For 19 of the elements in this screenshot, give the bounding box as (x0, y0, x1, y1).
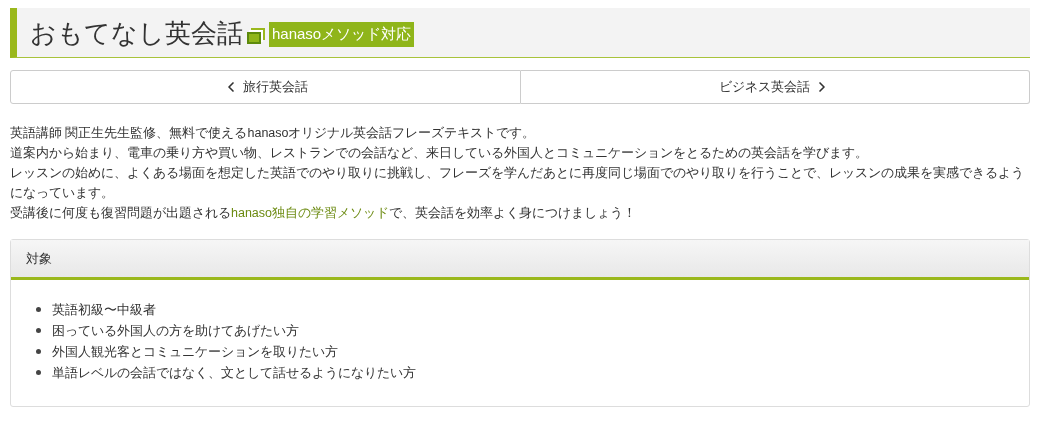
document-stack-icon (247, 27, 265, 44)
intro-text: 道案内から始まり、電車の乗り方や買い物、レストランでの会話など、来日している外国人とコミュニケーションをとるための英会話を学びます。 (10, 145, 869, 162)
bullet-icon (36, 349, 41, 354)
intro-text: 英語講師 関正生先生監修、無料で使えるhanasoオリジナル英会話フレーズテキストです。 (10, 125, 537, 142)
target-item: 困っている外国人の方を助けてあげたい方 (52, 322, 299, 340)
intro-text: レッスンの始めに、よくある場面を想定した英語でのやり取りに挑戦し、フレーズを学んだあとに再度同じ場面でのやり取りを行うことで、レッスンの成果を実感できるようになっています。 (10, 165, 1025, 202)
method-link[interactable]: hanaso独自の学習メソッド (231, 206, 389, 220)
bullet-icon (36, 370, 41, 375)
target-item: 外国人観光客とコミュニケーションを取りたい方 (52, 343, 338, 361)
intro-text: 受講後に何度も復習問題が出題されるhanaso独自の学習メソッド で、英会話を効率よく身につけましょう！ (10, 205, 637, 222)
target-item: 英語初級〜中級者 (52, 301, 156, 319)
method-badge: hanasoメソッド対応 (269, 22, 415, 47)
target-item: 単語レベルの会話ではなく、文として話せるようになりたい方 (52, 364, 416, 382)
nav-button[interactable]: ビジネス英会話 (520, 70, 1030, 104)
page-title: おもてなし英会話 (30, 19, 243, 46)
bullet-icon (36, 307, 41, 312)
nav-button[interactable]: 旅行英会話 (10, 70, 521, 104)
bullet-icon (36, 328, 41, 333)
panel-heading: 対象 (26, 249, 52, 268)
